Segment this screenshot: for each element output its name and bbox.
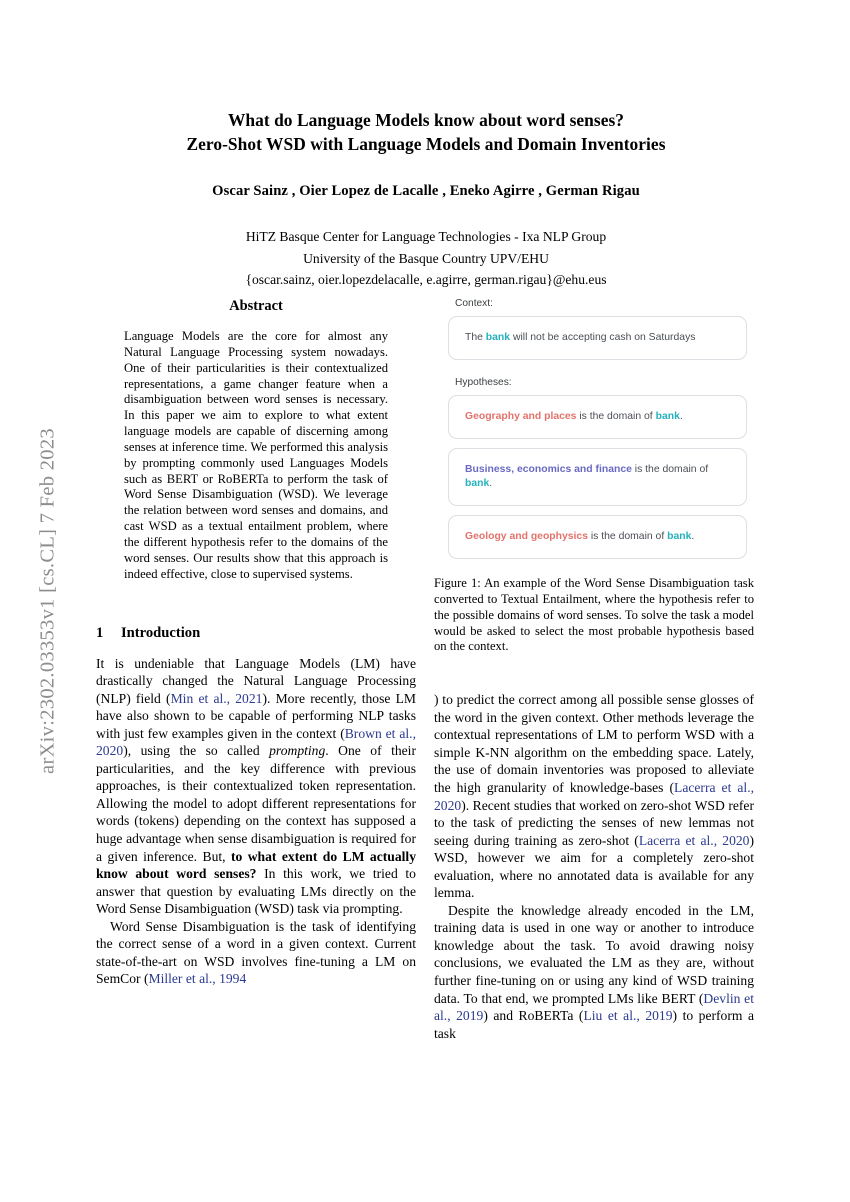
hypothesis-3-domain: Geology and geophysics <box>465 531 588 542</box>
citation-lacerra-2020-b[interactable]: Lacerra et al., 2020 <box>639 833 750 848</box>
hypothesis-1-end: . <box>679 411 683 422</box>
citation-miller-1994[interactable]: Miller et al., 1994 <box>148 971 246 986</box>
section-title: Introduction <box>121 624 201 641</box>
title-block: What do Language Models know about word … <box>96 108 756 291</box>
arxiv-stamp: arXiv:2302.03353v1 [cs.CL] 7 Feb 2023 <box>0 0 96 1202</box>
affiliation-email: {oscar.sainz, oier.lopezdelacalle, e.agi… <box>245 272 607 287</box>
context-target-token: bank <box>485 332 511 343</box>
intro-paragraph-2-cont: ) to predict the correct among all possi… <box>434 691 754 902</box>
hypothesis-box-2: Business, economics and finance is the d… <box>448 448 747 506</box>
page-title: What do Language Models know about word … <box>96 108 756 156</box>
intro-p2-part-a: Word Sense Disambiguation is the task of… <box>96 918 416 987</box>
context-pre-text: The <box>465 332 486 343</box>
intro-paragraph-3: Despite the knowledge already encoded in… <box>434 902 754 1042</box>
hypothesis-3-token: bank <box>667 531 692 542</box>
abstract-heading: Abstract <box>229 298 283 314</box>
hypothesis-1-mid: is the domain of <box>576 411 656 422</box>
figure-1: Context: The bank will not be accepting … <box>434 298 754 655</box>
paper-page: What do Language Models know about word … <box>96 0 850 1202</box>
hypothesis-1-domain: Geography and places <box>465 411 577 422</box>
section-number: 1 <box>96 624 104 641</box>
affiliation-block: HiTZ Basque Center for Language Technolo… <box>96 226 756 291</box>
hypothesis-box-3: Geology and geophysics is the domain of … <box>448 515 747 559</box>
hypothesis-2-token: bank <box>465 478 490 489</box>
hypothesis-2-end: . <box>489 478 493 489</box>
affiliation-line-1: HiTZ Basque Center for Language Technolo… <box>245 229 607 244</box>
figure-hypotheses-label: Hypotheses: <box>455 377 512 388</box>
section-heading-introduction: 1 Introduction <box>96 625 416 642</box>
right-column: Context: The bank will not be accepting … <box>434 298 754 1042</box>
intro-p3-part-b: ) and RoBERTa ( <box>483 1008 584 1024</box>
citation-min-2021[interactable]: Min et al., 2021 <box>171 691 263 706</box>
citation-liu-2019[interactable]: Liu et al., 2019 <box>583 1008 672 1023</box>
intro-paragraph-2: Word Sense Disambiguation is the task of… <box>96 918 416 988</box>
hypothesis-2-mid: is the domain of <box>631 464 709 475</box>
intro-paragraph-1: It is undeniable that Language Models (L… <box>96 655 416 918</box>
figure-context-box: The bank will not be accepting cash on S… <box>448 316 747 360</box>
context-post-text: will not be accepting cash on Saturdays <box>510 332 696 343</box>
left-column: Abstract Language Models are the core fo… <box>96 298 416 988</box>
figure-caption: Figure 1: An example of the Word Sense D… <box>434 576 754 654</box>
intro-p1-emphasis: prompting <box>269 743 326 759</box>
hypothesis-2-domain: Business, economics and finance <box>465 464 632 475</box>
figure-context-label: Context: <box>455 298 493 309</box>
hypothesis-3-mid: is the domain of <box>587 531 668 542</box>
arxiv-stamp-text: arXiv:2302.03353v1 [cs.CL] 7 Feb 2023 <box>36 428 59 774</box>
intro-p1-part-c: ), using the so called <box>123 743 270 759</box>
abstract-text: Language Models are the core for almost … <box>124 329 388 581</box>
affiliation-line-2: University of the Basque Country UPV/EHU <box>303 250 549 266</box>
title-line-2: Zero-Shot WSD with Language Models and D… <box>186 134 666 154</box>
author-list: Oscar Sainz , Oier Lopez de Lacalle , En… <box>212 183 640 199</box>
hypothesis-3-end: . <box>691 531 695 542</box>
hypothesis-1-token: bank <box>655 411 680 422</box>
title-line-1: What do Language Models know about word … <box>227 110 625 130</box>
intro-p1-part-d: . One of their particularities, and the … <box>96 743 416 864</box>
hypothesis-box-1: Geography and places is the domain of ba… <box>448 395 747 439</box>
